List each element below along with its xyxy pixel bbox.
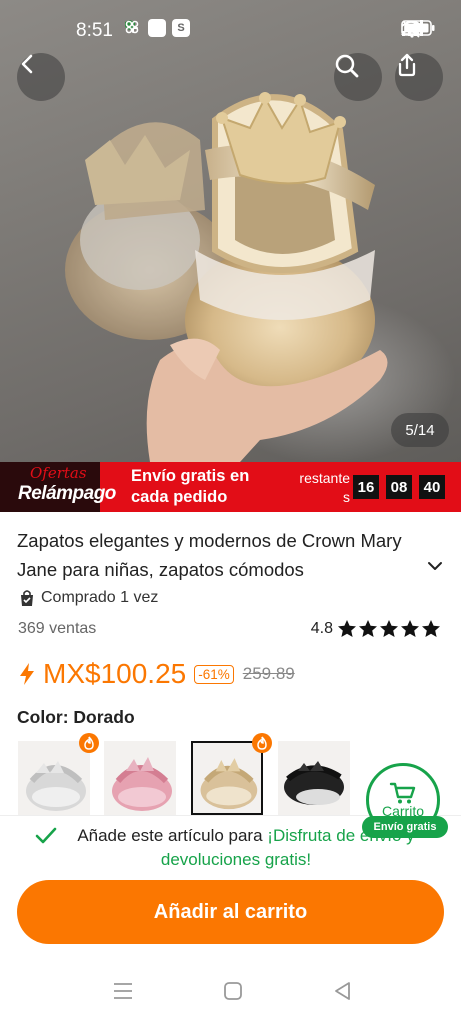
product-photo [65, 92, 388, 462]
image-counter: 5/14 [391, 413, 449, 447]
shopping-bag-icon [21, 590, 33, 606]
rating-stars [337, 619, 441, 638]
product-title: Zapatos elegantes y modernos de Crown Ma… [17, 530, 402, 580]
lightning-icon [20, 663, 34, 685]
s-app-icon: S [172, 19, 190, 37]
swatch-black[interactable] [278, 741, 350, 815]
discount-badge: -61% [194, 664, 234, 684]
timer-hours: 16 [353, 475, 379, 499]
flash-sale-logo: Ofertas Relámpago [0, 462, 116, 512]
menu-icon[interactable] [112, 980, 134, 1002]
original-price: 259.89 [242, 664, 295, 683]
star-icon [422, 620, 440, 637]
swatch-silver[interactable] [18, 741, 90, 815]
swatch-pink[interactable] [104, 741, 176, 815]
back-arrow-icon [21, 54, 33, 74]
back-button[interactable] [17, 53, 65, 101]
add-to-cart-button[interactable]: Añadir al carrito [17, 880, 444, 944]
share-icon [398, 53, 416, 77]
sales-count: 369 ventas [18, 620, 97, 637]
product-rating[interactable]: 4.8 [311, 619, 441, 638]
star-icon [380, 620, 398, 637]
chevron-down-icon[interactable] [426, 560, 444, 572]
hot-badge-icon [252, 733, 272, 753]
shield-app-icon [125, 19, 166, 37]
system-nav-bar [0, 962, 461, 1024]
swatch-gold[interactable] [191, 741, 263, 815]
color-label: Color: Dorado [17, 707, 135, 727]
free-shipping-promo: Envío gratis en cada pedido [131, 467, 250, 506]
timer-minutes: 08 [386, 475, 412, 499]
back-triangle-icon[interactable] [332, 980, 354, 1002]
current-price: MX$100.25 [43, 658, 187, 689]
product-image-gallery[interactable]: 8:51 S 5/14 [0, 0, 461, 462]
status-bar: 8:51 S [0, 0, 461, 60]
timer-seconds: 40 [419, 475, 445, 499]
rating-value: 4.8 [310, 619, 333, 637]
search-button[interactable] [334, 53, 382, 101]
star-icon [401, 620, 419, 637]
share-button[interactable] [395, 53, 443, 101]
flash-sale-banner[interactable]: Ofertas Relámpago Envío gratis en cada p… [0, 462, 461, 512]
search-icon [335, 54, 359, 78]
star-icon [338, 620, 356, 637]
star-icon [359, 620, 377, 637]
cart-icon [389, 782, 416, 804]
grid-app-icon [125, 19, 214, 37]
status-time: 8:51 [76, 20, 113, 41]
bought-count: Comprado 1 vez [19, 589, 158, 607]
remaining-label: restante s [299, 470, 350, 505]
hot-badge-icon [79, 733, 99, 753]
price-row: MX$100.25 -61% 259.89 [17, 656, 295, 692]
home-square-icon[interactable] [222, 980, 244, 1002]
cart-free-shipping-badge: Envío gratis [362, 816, 448, 838]
